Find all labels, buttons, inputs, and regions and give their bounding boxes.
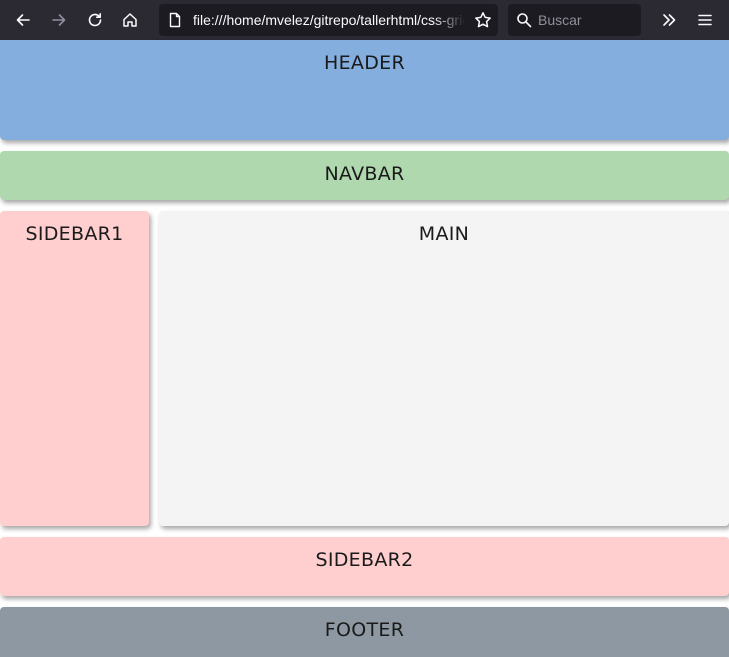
- arrow-right-icon: [52, 14, 66, 26]
- navbar-label: NAVBAR: [324, 163, 405, 185]
- search-input[interactable]: [538, 4, 636, 36]
- sidebar1-label: SIDEBAR1: [25, 223, 124, 245]
- overflow-button[interactable]: [653, 4, 685, 36]
- reload-icon: [88, 13, 102, 27]
- forward-button[interactable]: [43, 4, 75, 36]
- search-icon: [517, 13, 532, 28]
- hamburger-menu-icon: [698, 14, 712, 26]
- back-button[interactable]: [7, 4, 39, 36]
- sidebar2-area: SIDEBAR2: [0, 537, 729, 596]
- arrow-left-icon: [16, 14, 30, 26]
- footer-label: FOOTER: [324, 619, 405, 641]
- chevron-double-right-icon: [663, 14, 676, 26]
- reload-button[interactable]: [79, 4, 111, 36]
- sidebar1-area: SIDEBAR1: [0, 211, 149, 526]
- footer-area: FOOTER: [0, 607, 729, 657]
- url-bar[interactable]: file:///home/mvelez/gitrepo/tallerhtml/c…: [159, 4, 498, 36]
- home-button[interactable]: [114, 4, 146, 36]
- search-bar[interactable]: [508, 4, 641, 36]
- header-area: HEADER: [0, 40, 729, 140]
- main-label: MAIN: [418, 223, 470, 245]
- sidebar2-label: SIDEBAR2: [315, 549, 414, 571]
- main-area: MAIN: [159, 211, 729, 526]
- navbar-area: NAVBAR: [0, 151, 729, 200]
- page-icon: [169, 12, 181, 28]
- app-menu-button[interactable]: [689, 4, 721, 36]
- browser-toolbar: file:///home/mvelez/gitrepo/tallerhtml/c…: [0, 0, 729, 40]
- star-icon[interactable]: [474, 11, 492, 29]
- url-text[interactable]: file:///home/mvelez/gitrepo/tallerhtml/c…: [193, 4, 465, 36]
- home-icon: [123, 13, 137, 27]
- header-label: HEADER: [324, 52, 405, 74]
